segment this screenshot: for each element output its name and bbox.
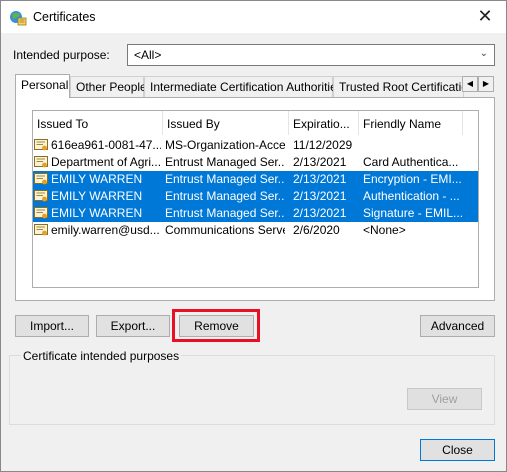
cell-friendly: <None> [363, 223, 406, 237]
cell-issued-by: Communications Server [165, 223, 285, 237]
remove-highlight-box [172, 309, 260, 342]
window-title: Certificates [33, 10, 96, 24]
title-bar: Certificates ✕ [1, 1, 506, 33]
col-issued-to[interactable]: Issued To [33, 111, 163, 135]
cell-expiration: 2/13/2021 [293, 172, 347, 186]
tab-label: Personal [21, 78, 69, 92]
table-row[interactable]: EMILY WARREN Entrust Managed Ser... 2/13/2… [33, 188, 478, 205]
cell-expiration: 2/13/2021 [293, 206, 347, 220]
table-row[interactable]: EMILY WARREN Entrust Managed Ser... 2/13/2… [33, 205, 478, 222]
cell-expiration: 2/13/2021 [293, 155, 347, 169]
col-issued-by[interactable]: Issued By [163, 111, 289, 135]
cell-issued-by: Entrust Managed Ser... [165, 155, 285, 169]
cell-issued-to: 616ea961-0081-47... [51, 138, 161, 152]
cell-issued-to: EMILY WARREN [51, 206, 143, 220]
cell-issued-to: emily.warren@usd... [51, 223, 160, 237]
cell-expiration: 2/13/2021 [293, 189, 347, 203]
col-friendly-name[interactable]: Friendly Name [359, 111, 463, 135]
view-button[interactable]: View [407, 388, 482, 410]
list-header: Issued To Issued By Expiratio... Friendl… [33, 111, 478, 135]
certificate-icon [34, 190, 48, 202]
cell-friendly: Encryption - EMI... [363, 172, 462, 186]
cell-issued-by: Entrust Managed Ser... [165, 172, 285, 186]
tab-label: Trusted Root Certification [339, 80, 464, 94]
tab-other-people[interactable]: Other People [70, 76, 147, 97]
table-row[interactable]: emily.warren@usd... Communications Server… [33, 222, 478, 239]
intended-purpose-select[interactable]: <All> ⌄ [127, 44, 495, 66]
col-expiration[interactable]: Expiratio... [289, 111, 359, 135]
certificates-dialog: Certificates ✕ Intended purpose: <All> ⌄… [0, 0, 507, 472]
cell-expiration: 2/6/2020 [293, 223, 340, 237]
cell-issued-to: Department of Agri... [51, 155, 161, 169]
certificate-icon [34, 173, 48, 185]
certificate-list[interactable]: Issued To Issued By Expiratio... Friendl… [32, 110, 479, 288]
certificate-icon [34, 224, 48, 236]
cell-issued-to: EMILY WARREN [51, 172, 143, 186]
certificate-rows: 616ea961-0081-47... MS-Organization-Acces… [33, 137, 478, 239]
table-row[interactable]: EMILY WARREN Entrust Managed Ser... 2/13/2… [33, 171, 478, 188]
close-button[interactable]: Close [420, 439, 495, 461]
certificate-icon [34, 156, 48, 168]
tab-scroll-left-icon[interactable]: ◀ [462, 76, 478, 92]
cell-issued-by: MS-Organization-Access [165, 138, 285, 152]
intended-purposes-label: Certificate intended purposes [21, 349, 182, 363]
table-row[interactable]: 616ea961-0081-47... MS-Organization-Acces… [33, 137, 478, 154]
tab-intermediate-ca[interactable]: Intermediate Certification Authorities [144, 76, 343, 97]
tab-scroll-right-icon[interactable]: ▶ [478, 76, 494, 92]
certificate-icon [34, 207, 48, 219]
cell-expiration: 11/12/2029 [293, 138, 353, 152]
cell-issued-by: Entrust Managed Ser... [165, 189, 285, 203]
cell-friendly: Card Authentica... [363, 155, 459, 169]
cell-issued-by: Entrust Managed Ser... [165, 206, 285, 220]
intended-purpose-value: <All> [134, 48, 162, 62]
cell-friendly: Signature - EMIL... [363, 206, 464, 220]
chevron-down-icon: ⌄ [479, 48, 488, 59]
cell-friendly: Authentication - ... [363, 189, 460, 203]
advanced-button[interactable]: Advanced [420, 315, 495, 337]
import-button[interactable]: Import... [15, 315, 89, 337]
cell-issued-to: EMILY WARREN [51, 189, 143, 203]
tab-panel: Issued To Issued By Expiratio... Friendl… [15, 97, 495, 301]
store-tabs: Personal Other People Intermediate Certi… [15, 74, 495, 98]
tab-label: Other People [76, 80, 147, 94]
certificate-icon [34, 139, 48, 151]
intended-purpose-label: Intended purpose: [13, 48, 110, 62]
tab-trusted-root[interactable]: Trusted Root Certification [333, 76, 464, 97]
close-window-icon[interactable]: ✕ [474, 6, 496, 28]
tab-label: Intermediate Certification Authorities [150, 80, 343, 94]
export-button[interactable]: Export... [96, 315, 170, 337]
table-row[interactable]: Department of Agri... Entrust Managed Ser… [33, 154, 478, 171]
certificates-app-icon [10, 11, 27, 26]
tab-personal[interactable]: Personal [15, 74, 70, 98]
